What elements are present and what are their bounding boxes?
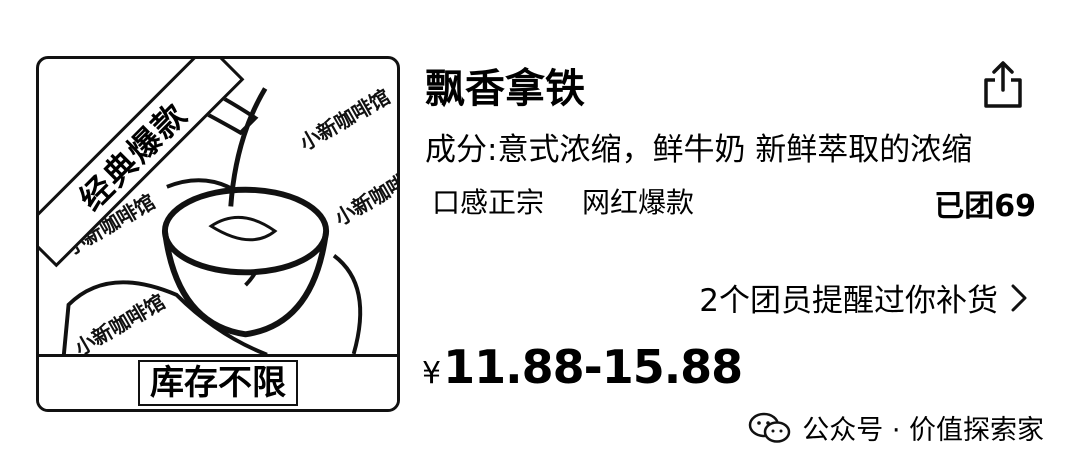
restock-reminder-text: 2个团员提醒过你补货 xyxy=(699,283,998,319)
source-footer: 公众号 · 价值探索家 xyxy=(748,408,1044,447)
product-title[interactable]: 飘香拿铁 xyxy=(425,56,585,114)
grouped-count: 已团69 xyxy=(934,189,1036,224)
product-image[interactable]: 小新咖啡馆 小新咖啡馆 小新咖啡馆 小新咖啡馆 经典爆款 库存不限 xyxy=(36,56,400,412)
tag: 网红爆款 xyxy=(582,186,695,219)
tag: 口感正宗 xyxy=(432,186,545,219)
restock-reminder-link[interactable]: 2个团员提醒过你补货 xyxy=(699,275,1028,320)
price-range: 11.88-15.88 xyxy=(443,340,743,394)
source-text: 公众号 · 价值探索家 xyxy=(802,415,1044,446)
stock-bar: 库存不限 xyxy=(39,354,397,409)
stock-label: 库存不限 xyxy=(138,360,298,406)
product-description: 成分:意式浓缩，鲜牛奶 新鲜萃取的浓缩 xyxy=(425,132,973,168)
chevron-right-icon xyxy=(1011,284,1027,311)
share-icon[interactable] xyxy=(978,60,1028,110)
price: ¥ 11.88-15.88 xyxy=(422,340,743,394)
product-tags: 口感正宗 网红爆款 xyxy=(432,181,694,221)
wechat-icon xyxy=(749,412,791,443)
price-currency: ¥ xyxy=(422,356,442,391)
